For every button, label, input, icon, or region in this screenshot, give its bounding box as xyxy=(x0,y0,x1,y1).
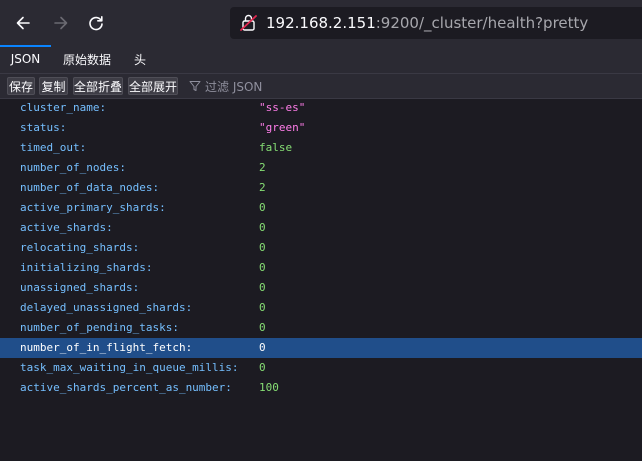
json-toolbar: 保存 复制 全部折叠 全部展开 过滤 JSON xyxy=(0,74,642,99)
reload-icon xyxy=(89,16,103,31)
json-value: "ss-es" xyxy=(259,101,306,114)
json-value: 100 xyxy=(259,381,279,394)
json-value: 2 xyxy=(259,181,266,194)
json-key: active_shards_percent_as_number: xyxy=(20,381,232,394)
filter-placeholder: 过滤 JSON xyxy=(205,79,263,94)
back-button[interactable] xyxy=(8,8,38,38)
viewer-tabs: JSON 原始数据 头 xyxy=(0,45,642,74)
json-row[interactable]: initializing_shards: 0 xyxy=(0,258,642,278)
json-value: 0 xyxy=(259,301,266,314)
json-value: 0 xyxy=(259,261,266,274)
json-row[interactable]: active_shards_percent_as_number: 100 xyxy=(0,378,642,398)
json-value: 0 xyxy=(259,241,266,254)
filter-icon xyxy=(189,81,201,91)
json-row[interactable]: cluster_name: "ss-es" xyxy=(0,98,642,118)
tab-raw-data[interactable]: 原始数据 xyxy=(53,45,121,73)
json-row[interactable]: number_of_in_flight_fetch: 0 xyxy=(0,338,642,358)
json-value: 0 xyxy=(259,321,266,334)
json-row[interactable]: delayed_unassigned_shards: 0 xyxy=(0,298,642,318)
collapse-all-button[interactable]: 全部折叠 xyxy=(73,77,123,95)
forward-button[interactable] xyxy=(46,8,76,38)
json-key: status: xyxy=(20,121,67,134)
json-row[interactable]: timed_out: false xyxy=(0,138,642,158)
json-key: number_of_pending_tasks: xyxy=(20,321,179,334)
json-key: timed_out: xyxy=(20,141,87,154)
json-key: number_of_data_nodes: xyxy=(20,181,160,194)
reload-button[interactable] xyxy=(81,8,111,38)
json-row[interactable]: active_shards: 0 xyxy=(0,218,642,238)
json-value: 0 xyxy=(259,361,266,374)
insecure-lock-icon[interactable] xyxy=(238,12,260,34)
back-arrow-icon xyxy=(16,16,30,30)
json-key: number_of_in_flight_fetch: xyxy=(20,341,193,354)
json-key: number_of_nodes: xyxy=(20,161,126,174)
json-row[interactable]: unassigned_shards: 0 xyxy=(0,278,642,298)
url-host: 192.168.2.151 xyxy=(266,14,376,32)
json-value: 0 xyxy=(259,201,266,214)
tab-json[interactable]: JSON xyxy=(0,45,51,73)
json-row[interactable]: task_max_waiting_in_queue_millis: 0 xyxy=(0,358,642,378)
json-value: 0 xyxy=(259,341,266,354)
expand-all-button[interactable]: 全部展开 xyxy=(128,77,178,95)
json-key: task_max_waiting_in_queue_millis: xyxy=(20,361,239,374)
json-row[interactable]: relocating_shards: 0 xyxy=(0,238,642,258)
url-path: :9200/_cluster/health?pretty xyxy=(375,14,589,32)
tab-headers[interactable]: 头 xyxy=(124,45,156,73)
json-key: unassigned_shards: xyxy=(20,281,140,294)
json-row[interactable]: number_of_nodes: 2 xyxy=(0,158,642,178)
json-key: delayed_unassigned_shards: xyxy=(20,301,193,314)
url-bar[interactable]: 192.168.2.151:9200/_cluster/health?prett… xyxy=(230,7,642,39)
json-key: cluster_name: xyxy=(20,101,107,114)
forward-arrow-icon xyxy=(54,16,68,30)
json-value: 2 xyxy=(259,161,266,174)
json-tree: cluster_name: "ss-es" status: "green" timed_… xyxy=(0,98,642,398)
json-row[interactable]: active_primary_shards: 0 xyxy=(0,198,642,218)
json-key: active_shards: xyxy=(20,221,113,234)
json-value: 0 xyxy=(259,221,266,234)
json-value: 0 xyxy=(259,281,266,294)
json-value: "green" xyxy=(259,121,306,134)
json-row[interactable]: status: "green" xyxy=(0,118,642,138)
json-key: relocating_shards: xyxy=(20,241,140,254)
json-key: initializing_shards: xyxy=(20,261,153,274)
filter-json-input[interactable]: 过滤 JSON xyxy=(189,77,262,95)
url-text: 192.168.2.151:9200/_cluster/health?prett… xyxy=(266,14,588,32)
json-row[interactable]: number_of_data_nodes: 2 xyxy=(0,178,642,198)
json-key: active_primary_shards: xyxy=(20,201,166,214)
copy-button[interactable]: 复制 xyxy=(39,77,68,95)
json-value: false xyxy=(259,141,293,154)
save-button[interactable]: 保存 xyxy=(7,77,35,95)
browser-toolbar: 192.168.2.151:9200/_cluster/health?prett… xyxy=(0,0,642,45)
json-row[interactable]: number_of_pending_tasks: 0 xyxy=(0,318,642,338)
